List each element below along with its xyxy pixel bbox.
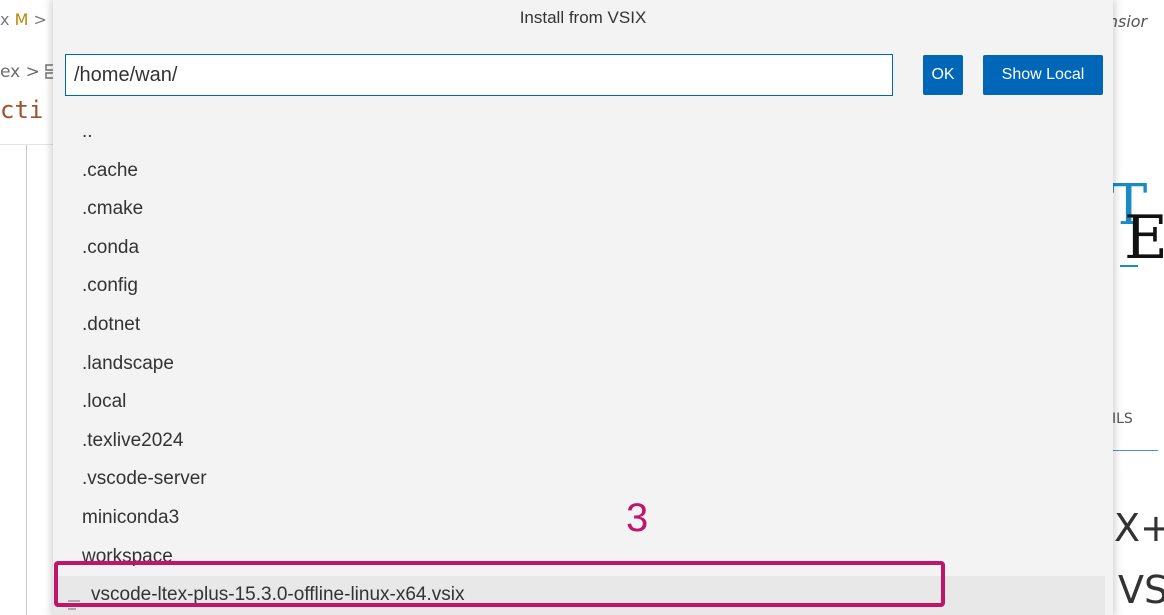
list-item-folder[interactable]: .cmake <box>53 190 1105 229</box>
list-item-folder[interactable]: .texlive2024 <box>53 422 1105 461</box>
list-item-folder[interactable]: workspace <box>53 538 1105 577</box>
list-item-folder[interactable]: .vscode-server <box>53 460 1105 499</box>
dialog-title: Install from VSIX <box>519 8 647 27</box>
breadcrumb-file-fragment: ex <box>0 62 21 82</box>
step-number-annotation: 3 <box>626 496 649 540</box>
modified-badge: M <box>14 10 29 29</box>
editor-code-fragment: cti <box>0 96 44 124</box>
list-item-parent-folder[interactable]: .. <box>53 113 1105 152</box>
latex-logo: T E <box>1108 176 1164 272</box>
editor-tab-breadcrumb: x M > <box>0 10 47 29</box>
list-item-vsix-file[interactable]: vscode-ltex-plus-15.3.0-offline-linux-x6… <box>53 576 1105 615</box>
file-list: .. .cache .cmake .conda .config .dotnet … <box>53 113 1105 615</box>
readme-heading-fragment: VS <box>1118 568 1164 612</box>
list-item-folder[interactable]: .dotnet <box>53 306 1105 345</box>
breadcrumb-separator: > <box>25 62 40 82</box>
path-input[interactable] <box>65 54 893 96</box>
file-lines-icon <box>67 587 81 610</box>
show-local-button[interactable]: Show Local <box>983 55 1103 95</box>
file-breadcrumb[interactable]: ex > <box>0 62 57 82</box>
breadcrumb-separator: > <box>33 10 47 29</box>
svg-text:E: E <box>1124 203 1164 272</box>
details-tab-fragment[interactable]: ILS <box>1112 411 1133 427</box>
active-tab-indicator <box>1112 450 1158 451</box>
list-item-folder[interactable]: .conda <box>53 229 1105 268</box>
list-item-folder[interactable]: .config <box>53 267 1105 306</box>
install-from-vsix-dialog: Install from VSIX OK Show Local .. .cach… <box>53 0 1113 615</box>
indent-guide <box>26 145 27 615</box>
ok-button[interactable]: OK <box>923 55 963 95</box>
list-item-folder[interactable]: .local <box>53 383 1105 422</box>
list-item-folder[interactable]: .landscape <box>53 345 1105 384</box>
list-item-folder[interactable]: .cache <box>53 152 1105 191</box>
list-item-folder[interactable]: miniconda3 <box>53 499 1105 538</box>
breadcrumb-fragment: x <box>0 10 10 29</box>
readme-heading-fragment: X+ <box>1114 506 1164 550</box>
